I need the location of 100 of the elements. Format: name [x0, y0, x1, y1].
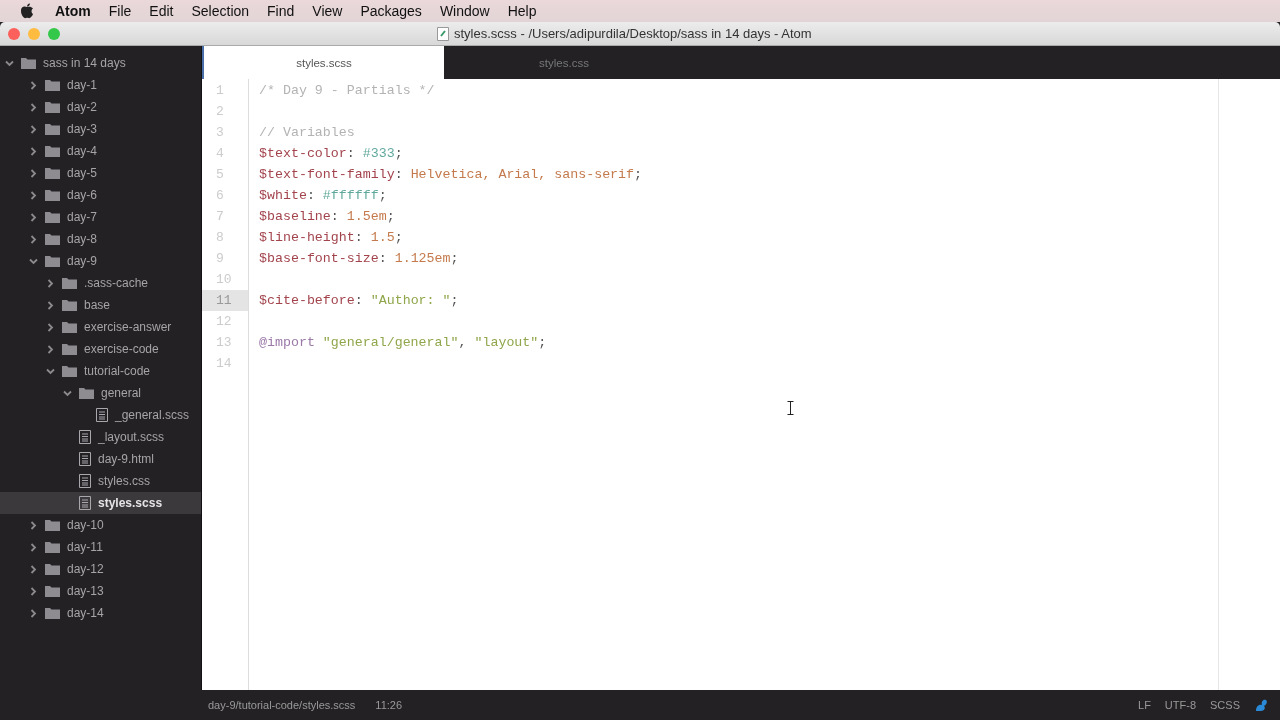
- menu-item[interactable]: Edit: [140, 3, 183, 19]
- tree-item-label: day-13: [67, 584, 104, 598]
- line-ending[interactable]: LF: [1138, 699, 1151, 711]
- tree-item[interactable]: day-13: [0, 580, 201, 602]
- tab[interactable]: styles.scss: [202, 46, 444, 79]
- tree-item-label: day-14: [67, 606, 104, 620]
- tree-item-label: day-6: [67, 188, 98, 202]
- chevron-right-icon[interactable]: [29, 564, 38, 574]
- tree-item[interactable]: exercise-code: [0, 338, 201, 360]
- tree-item-label: styles.scss: [98, 496, 163, 510]
- folder-icon: [45, 563, 60, 575]
- tree-item[interactable]: day-12: [0, 558, 201, 580]
- tree-item[interactable]: day-14: [0, 602, 201, 624]
- chevron-down-icon[interactable]: [63, 388, 72, 398]
- tree-item[interactable]: day-1: [0, 74, 201, 96]
- chevron-right-icon[interactable]: [29, 212, 38, 222]
- chevron-down-icon[interactable]: [29, 256, 38, 266]
- tree-item-label: styles.css: [98, 474, 150, 488]
- tree-item-label: tutorial-code: [84, 364, 151, 378]
- tree-item[interactable]: day-7: [0, 206, 201, 228]
- folder-icon: [62, 321, 77, 333]
- tree-item[interactable]: base: [0, 294, 201, 316]
- chevron-right-icon[interactable]: [29, 80, 38, 90]
- menu-item[interactable]: Find: [258, 3, 304, 19]
- chevron-right-icon[interactable]: [29, 146, 38, 156]
- chevron-right-icon[interactable]: [29, 234, 38, 244]
- tree-item[interactable]: day-10: [0, 514, 201, 536]
- chevron-down-icon[interactable]: [46, 366, 55, 376]
- menu-item[interactable]: Packages: [351, 3, 431, 19]
- tree-item[interactable]: exercise-answer: [0, 316, 201, 338]
- chevron-right-icon[interactable]: [29, 168, 38, 178]
- code-line: $base-font-size: 1.125em;: [259, 251, 459, 266]
- file-icon: [79, 496, 91, 510]
- tree-root[interactable]: sass in 14 days: [0, 52, 201, 74]
- tree-item[interactable]: _layout.scss: [0, 426, 201, 448]
- tree-item[interactable]: _general.scss: [0, 404, 201, 426]
- cursor-position[interactable]: 11:26: [375, 699, 403, 711]
- chevron-right-icon[interactable]: [29, 190, 38, 200]
- chevron-right-icon[interactable]: [46, 322, 55, 332]
- folder-icon: [45, 233, 60, 245]
- file-icon: [79, 452, 91, 466]
- menu-item[interactable]: File: [99, 3, 141, 19]
- tree-item-label: general: [101, 386, 142, 400]
- chevron-down-icon[interactable]: [5, 58, 14, 68]
- tree-item[interactable]: day-4: [0, 140, 201, 162]
- chevron-right-icon[interactable]: [46, 278, 55, 288]
- text-cursor-icon: [787, 401, 794, 415]
- code-line: $white: #ffffff;: [259, 188, 387, 203]
- tree-item[interactable]: day-9.html: [0, 448, 201, 470]
- folder-icon: [45, 211, 60, 223]
- tree-item-label: sass in 14 days: [43, 56, 126, 70]
- window-title: styles.scss - /Users/adipurdila/Desktop/sass in 14 days - Atom: [454, 26, 812, 41]
- menu-item[interactable]: View: [303, 3, 352, 19]
- tree-item[interactable]: day-3: [0, 118, 201, 140]
- code-line: @import "general/general", "layout";: [259, 335, 547, 350]
- line-number: 11: [202, 290, 248, 311]
- tree-item-label: _layout.scss: [98, 430, 165, 444]
- chevron-right-icon[interactable]: [46, 300, 55, 310]
- folder-icon: [45, 607, 60, 619]
- tree-item[interactable]: day-5: [0, 162, 201, 184]
- folder-icon: [45, 255, 60, 267]
- chevron-right-icon[interactable]: [29, 102, 38, 112]
- tree-item[interactable]: styles.css: [0, 470, 201, 492]
- folder-icon: [45, 79, 60, 91]
- folder-icon: [45, 123, 60, 135]
- tree-item[interactable]: tutorial-code: [0, 360, 201, 382]
- file-icon: [96, 408, 108, 422]
- tree-item-label: day-9.html: [98, 452, 155, 466]
- grammar[interactable]: SCSS: [1210, 699, 1240, 711]
- menu-item[interactable]: Help: [498, 3, 546, 19]
- file-path[interactable]: day-9/tutorial-code/styles.scss: [208, 699, 356, 711]
- chevron-right-icon[interactable]: [29, 520, 38, 530]
- folder-icon: [62, 343, 77, 355]
- chevron-right-icon[interactable]: [29, 586, 38, 596]
- tree-item-label: base: [84, 298, 111, 312]
- tree-item[interactable]: general: [0, 382, 201, 404]
- tree-item[interactable]: .sass-cache: [0, 272, 201, 294]
- menu-item[interactable]: Window: [430, 3, 499, 19]
- menu-item[interactable]: Atom: [46, 3, 100, 19]
- file-icon: [79, 430, 91, 444]
- folder-icon: [45, 519, 60, 531]
- folder-icon: [62, 277, 77, 289]
- tree-item[interactable]: day-8: [0, 228, 201, 250]
- code-line: /* Day 9 - Partials */: [259, 83, 435, 98]
- chevron-right-icon[interactable]: [29, 124, 38, 134]
- chevron-right-icon[interactable]: [29, 608, 38, 618]
- squirrel-icon[interactable]: [1254, 698, 1268, 712]
- tree-item-label: day-1: [67, 78, 98, 92]
- tree-item[interactable]: day-2: [0, 96, 201, 118]
- encoding[interactable]: UTF-8: [1164, 699, 1197, 711]
- apple-logo-icon[interactable]: [20, 3, 34, 19]
- tree-item[interactable]: day-6: [0, 184, 201, 206]
- chevron-right-icon[interactable]: [29, 542, 38, 552]
- tree-item[interactable]: day-11: [0, 536, 201, 558]
- chevron-right-icon[interactable]: [46, 344, 55, 354]
- tree-item[interactable]: styles.scss: [0, 492, 201, 514]
- tab[interactable]: styles.css: [444, 46, 684, 79]
- tree-item[interactable]: day-9: [0, 250, 201, 272]
- menu-item[interactable]: Selection: [182, 3, 259, 19]
- code-line: $baseline: 1.5em;: [259, 209, 395, 224]
